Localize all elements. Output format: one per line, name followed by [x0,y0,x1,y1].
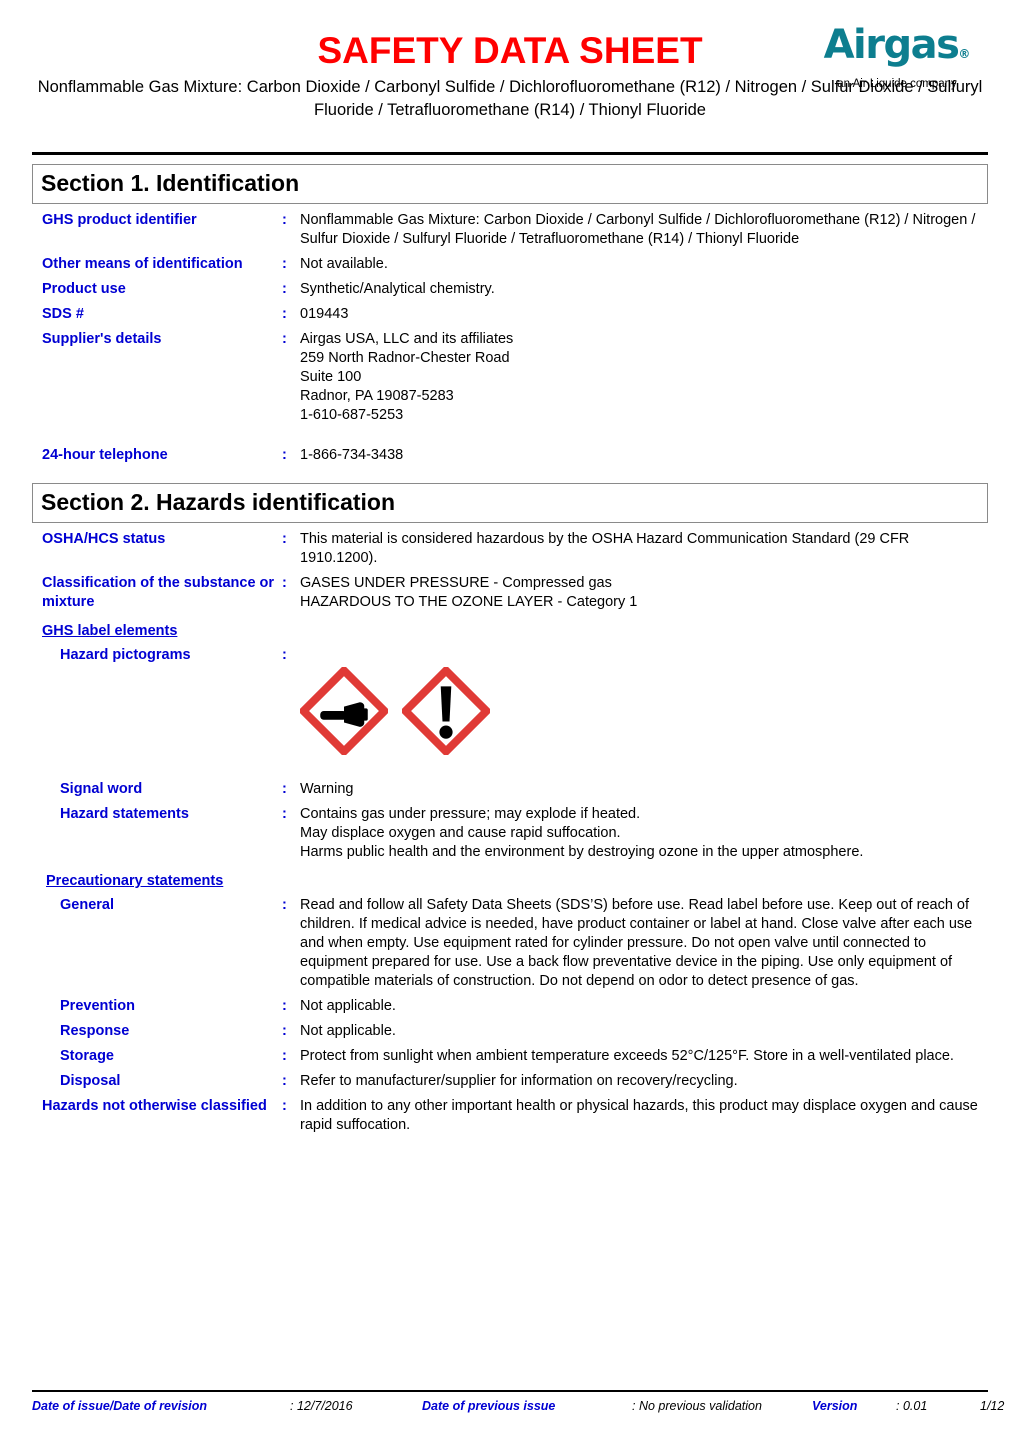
field-row-hazard-pictograms: Hazard pictograms : [32,646,988,774]
footer-previous-issue-value: : No previous validation [632,1399,762,1413]
field-row-suppliers-details: Supplier's details : Airgas USA, LLC and… [32,330,988,425]
field-colon: : [282,1073,287,1089]
gas-cylinder-pictogram [300,667,388,755]
section-2-fields: OSHA/HCS status : This material is consi… [32,530,988,1135]
registered-trademark-icon: ® [958,47,971,61]
field-value: Airgas USA, LLC and its affiliates 259 N… [300,331,514,423]
section-1-header: Section 1. Identification [32,164,988,204]
field-colon: : [282,306,287,322]
field-row-precautionary-response: Response : Not applicable. [32,1022,988,1041]
field-colon: : [282,447,287,463]
field-value: Contains gas under pressure; may explode… [300,806,864,860]
field-colon: : [282,212,287,228]
field-colon: : [282,256,287,272]
sds-page: SAFETY DATA SHEET Nonflammable Gas Mixtu… [0,0,1020,1443]
precautionary-statements-heading: Precautionary statements [46,873,224,889]
field-row-precautionary-storage: Storage : Protect from sunlight when amb… [32,1047,988,1066]
exclamation-mark-pictogram [402,667,490,755]
footer-page-number: 1/12 [980,1399,1005,1413]
field-value: 019443 [300,306,349,322]
field-label: Hazard statements [60,806,189,822]
section-2-title: Section 2. Hazards identification [41,489,396,515]
field-colon: : [282,331,287,347]
field-label: Product use [42,281,126,297]
field-label: SDS # [42,306,84,322]
section-1-fields: GHS product identifier : Nonflammable Ga… [32,211,988,465]
airgas-logo-wordmark: Airgas® [812,24,982,75]
field-label: Response [60,1023,130,1039]
field-row-precautionary-prevention: Prevention : Not applicable. [32,997,988,1016]
field-label: GHS product identifier [42,212,197,228]
field-row-precautionary-general: General : Read and follow all Safety Dat… [32,896,988,991]
field-value: This material is considered hazardous by… [300,531,910,566]
footer-version-label: Version [812,1399,858,1413]
footer-content: Date of issue/Date of revision : 12/7/20… [32,1392,1004,1413]
field-value: Nonflammable Gas Mixture: Carbon Dioxide… [300,212,976,247]
field-row-24-hour-telephone: 24-hour telephone : 1-866-734-3438 [32,446,988,465]
field-value: GASES UNDER PRESSURE - Compressed gas HA… [300,575,638,610]
field-label: Signal word [60,781,143,797]
field-row-classification: Classification of the substance or mixtu… [32,574,988,612]
field-label: Classification of the substance or mixtu… [42,575,275,610]
field-row-signal-word: Signal word : Warning [32,780,988,799]
section-2-header: Section 2. Hazards identification [32,483,988,523]
field-label: Supplier's details [42,331,162,347]
field-colon: : [282,1023,287,1039]
field-value: Warning [300,781,354,797]
field-value: In addition to any other important healt… [300,1098,978,1133]
field-value: Refer to manufacturer/supplier for infor… [300,1073,738,1089]
footer-version-value: : 0.01 [896,1399,928,1413]
airgas-logo-tagline: an Air Liquide company [837,78,957,90]
field-value: Not applicable. [300,1023,396,1039]
footer-previous-issue-label: Date of previous issue [422,1399,556,1413]
field-value: Read and follow all Safety Data Sheets (… [300,897,973,989]
field-value [300,646,988,774]
airgas-logo-text: Airgas [823,22,960,68]
field-label: Disposal [60,1073,121,1089]
field-row-other-means-of-identification: Other means of identification : Not avai… [32,255,988,274]
header-divider [32,152,988,155]
field-row-precautionary-disposal: Disposal : Refer to manufacturer/supplie… [32,1072,988,1091]
field-value: 1-866-734-3438 [300,447,404,463]
field-label: General [60,897,114,913]
field-label: 24-hour telephone [42,447,168,463]
field-colon: : [282,647,287,663]
field-row-hazards-not-otherwise-classified: Hazards not otherwise classified : In ad… [32,1097,988,1135]
field-row-osha-hcs-status: OSHA/HCS status : This material is consi… [32,530,988,568]
field-label: Hazard pictograms [60,647,191,663]
field-label: Prevention [60,998,135,1014]
field-label: Hazards not otherwise classified [42,1098,267,1114]
field-colon: : [282,281,287,297]
field-label: Other means of identification [42,256,243,272]
field-label: OSHA/HCS status [42,531,166,547]
field-row-ghs-product-identifier: GHS product identifier : Nonflammable Ga… [32,211,988,249]
field-colon: : [282,1098,287,1114]
hazard-pictogram-list [300,665,988,755]
airgas-logo: Airgas® an Air Liquide company [812,24,982,91]
field-colon: : [282,531,287,547]
ghs-label-elements-heading: GHS label elements [42,623,178,639]
section-1-title: Section 1. Identification [41,170,300,196]
field-row-sds-number: SDS # : 019443 [32,305,988,324]
field-value: Not applicable. [300,998,396,1014]
field-colon: : [282,575,287,591]
field-colon: : [282,806,287,822]
field-colon: : [282,1048,287,1064]
field-spacer [32,431,988,446]
document-header: SAFETY DATA SHEET Nonflammable Gas Mixtu… [32,0,988,148]
footer-date-of-issue-label: Date of issue/Date of revision [32,1399,208,1413]
field-colon: : [282,781,287,797]
field-label: Storage [60,1048,114,1064]
field-colon: : [282,998,287,1014]
field-value: Protect from sunlight when ambient tempe… [300,1048,954,1064]
field-row-product-use: Product use : Synthetic/Analytical chemi… [32,280,988,299]
field-row-hazard-statements: Hazard statements : Contains gas under p… [32,805,988,862]
footer-date-of-issue-value: : 12/7/2016 [290,1399,353,1413]
field-value: Synthetic/Analytical chemistry. [300,281,495,297]
field-value: Not available. [300,256,388,272]
field-colon: : [282,897,287,913]
page-footer: Date of issue/Date of revision : 12/7/20… [32,1390,1004,1413]
